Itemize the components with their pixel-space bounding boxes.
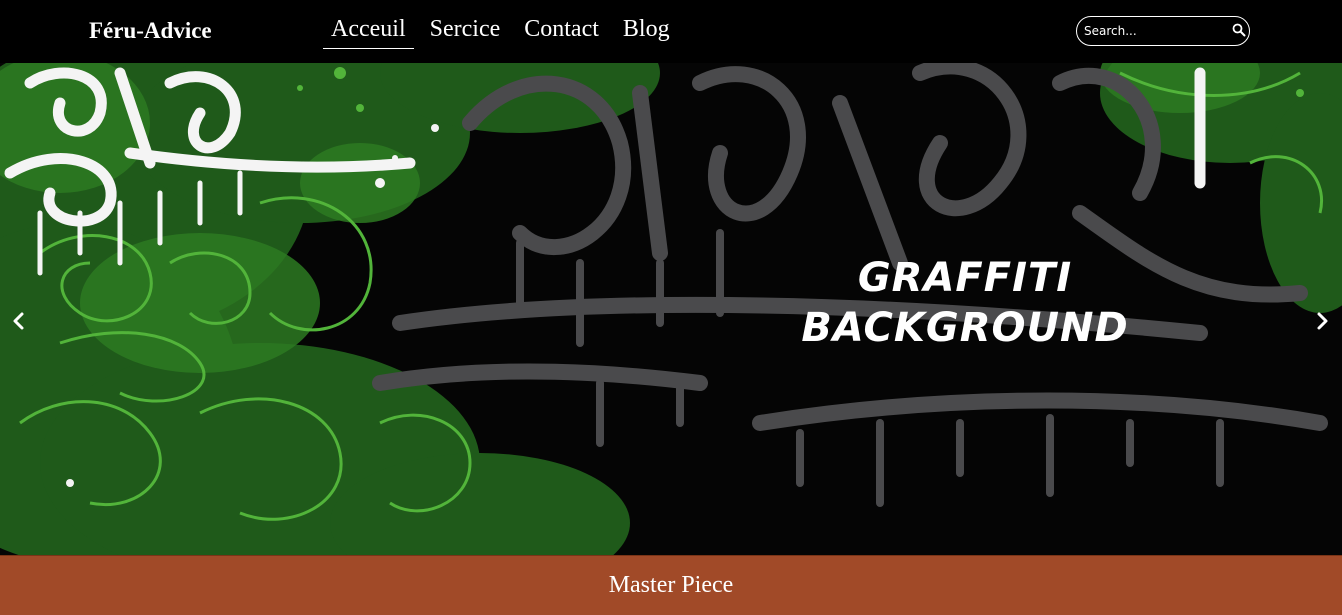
nav-link-contact[interactable]: Contact [516, 16, 607, 49]
master-piece-banner: Master Piece [0, 555, 1342, 615]
nav-link-acceuil[interactable]: Acceuil [323, 16, 414, 49]
nav-link-blog[interactable]: Blog [615, 16, 678, 49]
search-icon[interactable] [1232, 23, 1246, 37]
hero-title-line2: BACKGROUND [801, 305, 1129, 351]
nav-links: Acceuil Sercice Contact Blog [323, 16, 686, 49]
hero-title: GRAFFITI BACKGROUND [760, 253, 1170, 353]
chevron-left-icon[interactable] [8, 308, 28, 334]
hero-title-line1: GRAFFITI [857, 255, 1073, 301]
chevron-right-icon[interactable] [1313, 308, 1333, 334]
top-navbar: Féru-Advice Acceuil Sercice Contact Blog [0, 0, 1342, 63]
hero-carousel: GRAFFITI BACKGROUND [0, 63, 1342, 555]
search-box [1076, 16, 1250, 46]
nav-link-sercice[interactable]: Sercice [422, 16, 509, 49]
search-input[interactable] [1084, 22, 1224, 40]
brand-logo[interactable]: Féru-Advice [89, 18, 212, 44]
